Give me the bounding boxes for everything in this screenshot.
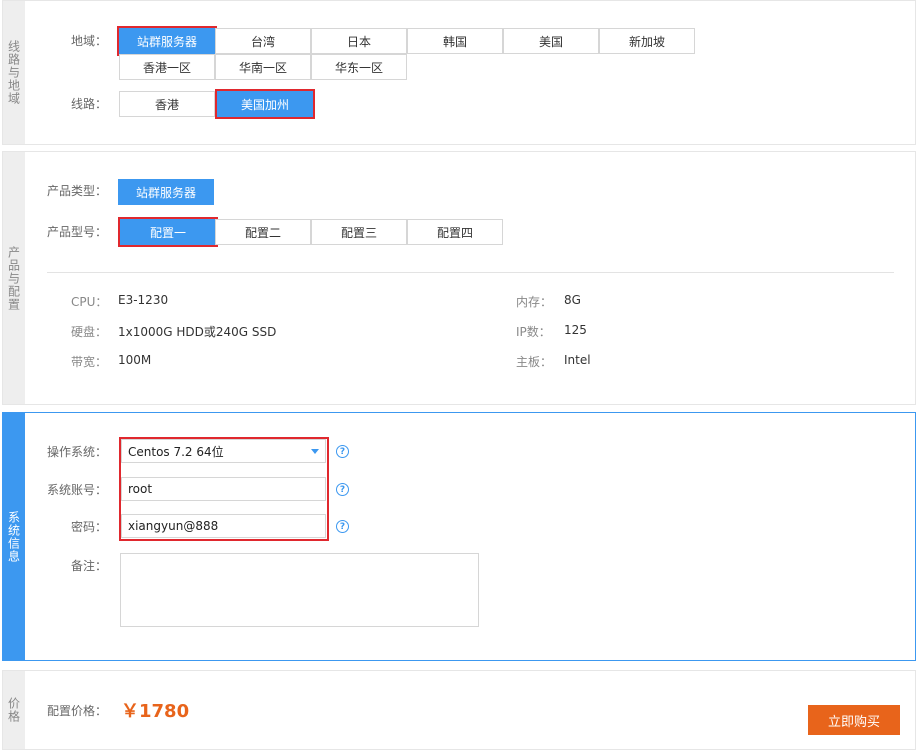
spec-board-value: Intel (564, 353, 591, 367)
note-textarea[interactable] (120, 553, 479, 627)
region-option-japan[interactable]: 日本 (311, 28, 407, 54)
region-option-korea[interactable]: 韩国 (407, 28, 503, 54)
spec-cpu-value: E3-1230 (118, 293, 169, 307)
line-option-hongkong[interactable]: 香港 (119, 91, 215, 117)
account-label: 系统账号： (47, 483, 108, 497)
model-option-2[interactable]: 配置二 (215, 219, 311, 245)
price-section-tab: 价格 (3, 671, 25, 749)
model-option-3[interactable]: 配置三 (311, 219, 407, 245)
spec-board-key: 主板： (516, 355, 553, 369)
line-option-california[interactable]: 美国加州 (215, 89, 315, 119)
account-help-icon[interactable]: ? (336, 483, 349, 496)
model-option-4[interactable]: 配置四 (407, 219, 503, 245)
product-model-label: 产品型号： (47, 225, 108, 239)
spec-ip-key: IP数： (516, 325, 551, 339)
model-option-1[interactable]: 配置一 (118, 217, 218, 247)
region-option-usa[interactable]: 美国 (503, 28, 599, 54)
region-option-hk1[interactable]: 香港一区 (119, 54, 215, 80)
spec-disk-value: 1x1000G HDD或240G SSD (118, 325, 277, 339)
note-label: 备注： (71, 559, 108, 573)
spec-cpu-key: CPU： (71, 295, 108, 309)
credentials-highlight-box (119, 437, 329, 541)
spec-mem-key: 内存： (516, 295, 553, 309)
price-value: ￥1780 (121, 701, 190, 722)
buy-now-button[interactable]: 立即购买 (808, 705, 900, 735)
region-section-tab: 线路与地域 (3, 1, 25, 144)
product-type-label: 产品类型： (47, 184, 108, 198)
region-option-taiwan[interactable]: 台湾 (215, 28, 311, 54)
os-help-icon[interactable]: ? (336, 445, 349, 458)
product-section: 产品与配置 产品类型： 站群服务器 产品型号： 配置一 配置二 配置三 配置四 … (2, 151, 916, 405)
spec-disk-key: 硬盘： (71, 325, 108, 339)
spec-divider (47, 272, 894, 273)
price-section: 价格 配置价格： ￥1780 立即购买 (2, 670, 916, 750)
region-option-south1[interactable]: 华南一区 (215, 54, 311, 80)
price-label: 配置价格： (47, 704, 108, 718)
password-help-icon[interactable]: ? (336, 520, 349, 533)
spec-bandwidth-key: 带宽： (71, 355, 108, 369)
spec-ip-value: 125 (564, 323, 587, 337)
product-section-tab: 产品与配置 (3, 152, 25, 404)
password-label: 密码： (71, 520, 108, 534)
spec-mem-value: 8G (564, 293, 581, 307)
region-section: 线路与地域 地域： 站群服务器 台湾 日本 韩国 美国 新加坡 香港一区 华南一… (2, 0, 916, 145)
region-option-zhanqun[interactable]: 站群服务器 (117, 26, 217, 56)
os-label: 操作系统： (47, 445, 108, 459)
product-type-option[interactable]: 站群服务器 (118, 179, 214, 205)
system-section: 系统信息 操作系统： Centos 7.2 64位 ? 系统账号： root ?… (2, 412, 916, 661)
spec-bandwidth-value: 100M (118, 353, 152, 367)
region-option-singapore[interactable]: 新加坡 (599, 28, 695, 54)
region-label: 地域： (71, 34, 108, 48)
region-option-east1[interactable]: 华东一区 (311, 54, 407, 80)
system-section-tab: 系统信息 (3, 413, 25, 660)
line-label: 线路： (71, 97, 108, 111)
